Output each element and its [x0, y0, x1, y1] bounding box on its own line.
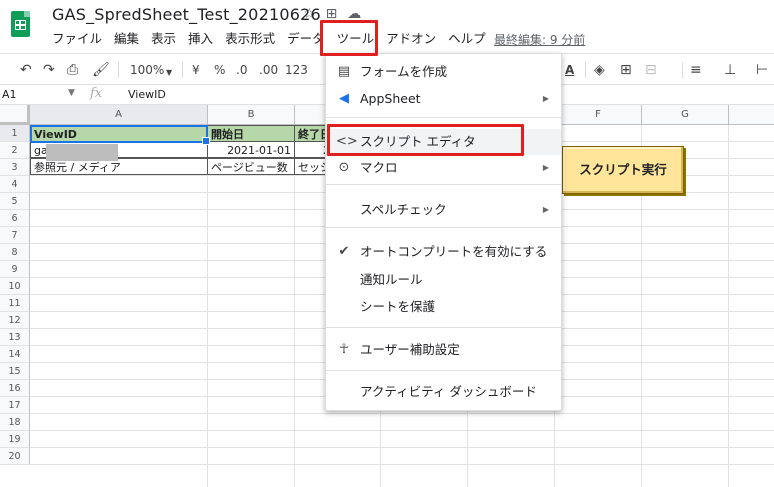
- function-icon: fx: [90, 86, 103, 101]
- accessibility-icon: ☥: [339, 342, 349, 357]
- menu-item-appsheet[interactable]: ◀ AppSheet ▶: [326, 86, 561, 112]
- column-header-a[interactable]: A: [30, 105, 208, 125]
- menu-item-notification-rules[interactable]: 通知ルール: [326, 267, 561, 293]
- column-header-g[interactable]: G: [642, 105, 729, 125]
- select-all-corner[interactable]: [0, 105, 30, 125]
- column-header-h[interactable]: [729, 105, 774, 125]
- row-header[interactable]: 6: [0, 210, 30, 227]
- menu-help[interactable]: ヘルプ: [442, 30, 492, 48]
- increase-decimal-button[interactable]: .00: [259, 62, 278, 78]
- chevron-down-icon[interactable]: ▼: [68, 88, 75, 98]
- macro-icon: ⊙: [338, 160, 350, 175]
- zoom-select[interactable]: 100%: [130, 62, 164, 78]
- row-header[interactable]: 4: [0, 176, 30, 193]
- row-header[interactable]: 3: [0, 159, 30, 176]
- menu-item-protect-sheet[interactable]: シートを保護: [326, 294, 561, 320]
- undo-icon[interactable]: ↶: [20, 62, 32, 78]
- print-icon[interactable]: ⎙: [67, 62, 78, 78]
- row-header[interactable]: 10: [0, 278, 30, 295]
- tools-dropdown-menu: ▤ フォームを作成 ◀ AppSheet ▶ <> スクリプト エディタ ⊙ マ…: [325, 53, 562, 411]
- cell-b3[interactable]: ページビュー数: [207, 158, 295, 175]
- star-icon[interactable]: ☆: [303, 6, 316, 22]
- row-header[interactable]: 15: [0, 363, 30, 380]
- row-header[interactable]: 11: [0, 295, 30, 312]
- menu-addons[interactable]: アドオン: [380, 30, 442, 48]
- sheets-logo-icon[interactable]: [11, 11, 30, 37]
- spreadsheet-window: GAS_SpredSheet_Test_20210626 ☆ ⊞ ☁ ファイル …: [0, 0, 774, 487]
- highlight-script-editor: [327, 124, 524, 156]
- last-edit-link[interactable]: 最終編集: 9 分前: [494, 31, 585, 48]
- currency-format-button[interactable]: ¥: [192, 62, 200, 78]
- check-icon: ✔: [338, 244, 350, 259]
- menu-item-spellcheck[interactable]: スペルチェック ▶: [326, 197, 561, 223]
- row-header[interactable]: 12: [0, 312, 30, 329]
- row-header[interactable]: 8: [0, 244, 30, 261]
- active-cell-selection: [30, 125, 210, 145]
- merge-cells-icon[interactable]: ⊟: [645, 62, 657, 78]
- highlight-tools-menu: [320, 20, 378, 56]
- column-header-f[interactable]: F: [555, 105, 642, 125]
- text-color-icon[interactable]: A: [565, 62, 574, 78]
- cell-b2[interactable]: 2021-01-01: [207, 141, 295, 158]
- row-header[interactable]: 20: [0, 448, 30, 465]
- row-header[interactable]: 18: [0, 414, 30, 431]
- row-header[interactable]: 9: [0, 261, 30, 278]
- borders-icon[interactable]: ⊞: [620, 62, 632, 78]
- menu-bar: ファイル 編集 表示 挿入 表示形式 データ ツール アドオン ヘルプ: [46, 30, 492, 48]
- vertical-align-icon[interactable]: ⊥: [724, 62, 736, 78]
- decrease-decimal-button[interactable]: .0: [236, 62, 247, 78]
- menu-file[interactable]: ファイル: [46, 30, 108, 48]
- formula-input[interactable]: ViewID: [128, 88, 166, 101]
- name-box[interactable]: A1: [2, 88, 17, 101]
- row-header[interactable]: 14: [0, 346, 30, 363]
- menu-item-macro[interactable]: ⊙ マクロ ▶: [326, 155, 561, 181]
- row-header[interactable]: 16: [0, 380, 30, 397]
- submenu-arrow-icon: ▶: [542, 163, 549, 172]
- redacted-value: [46, 144, 118, 161]
- menu-item-create-form[interactable]: ▤ フォームを作成: [326, 59, 561, 85]
- row-header[interactable]: 5: [0, 193, 30, 210]
- row-header[interactable]: 13: [0, 329, 30, 346]
- form-icon: ▤: [337, 64, 351, 79]
- text-wrap-icon[interactable]: ⊢: [756, 62, 768, 78]
- document-title[interactable]: GAS_SpredSheet_Test_20210626: [52, 5, 321, 24]
- more-formats-button[interactable]: 123: [285, 62, 308, 78]
- chevron-down-icon[interactable]: ▼: [166, 65, 172, 81]
- menu-item-activity-dashboard[interactable]: アクティビティ ダッシュボード: [326, 379, 561, 405]
- row-header[interactable]: 7: [0, 227, 30, 244]
- horizontal-align-icon[interactable]: ≡: [690, 62, 702, 78]
- row-header[interactable]: 19: [0, 431, 30, 448]
- menu-view[interactable]: 表示: [145, 30, 182, 48]
- paint-format-icon[interactable]: 🖌: [92, 62, 110, 78]
- column-header-b[interactable]: B: [208, 105, 295, 125]
- redo-icon[interactable]: ↷: [43, 62, 55, 78]
- percent-format-button[interactable]: %: [214, 62, 225, 78]
- menu-item-autocomplete[interactable]: ✔ オートコンプリートを有効にする: [326, 239, 561, 265]
- appsheet-icon: ◀: [339, 91, 349, 106]
- row-header[interactable]: 2: [0, 142, 30, 159]
- run-script-button[interactable]: スクリプト実行: [562, 146, 684, 194]
- menu-insert[interactable]: 挿入: [182, 30, 219, 48]
- menu-item-accessibility[interactable]: ☥ ユーザー補助設定: [326, 337, 561, 363]
- submenu-arrow-icon: ▶: [542, 94, 549, 103]
- cell-b1[interactable]: 開始日: [207, 125, 295, 142]
- menu-edit[interactable]: 編集: [108, 30, 145, 48]
- row-header[interactable]: 17: [0, 397, 30, 414]
- row-header[interactable]: 1: [0, 125, 30, 142]
- fill-color-icon[interactable]: ◈: [594, 62, 605, 78]
- menu-format[interactable]: 表示形式: [219, 30, 281, 48]
- submenu-arrow-icon: ▶: [542, 205, 549, 214]
